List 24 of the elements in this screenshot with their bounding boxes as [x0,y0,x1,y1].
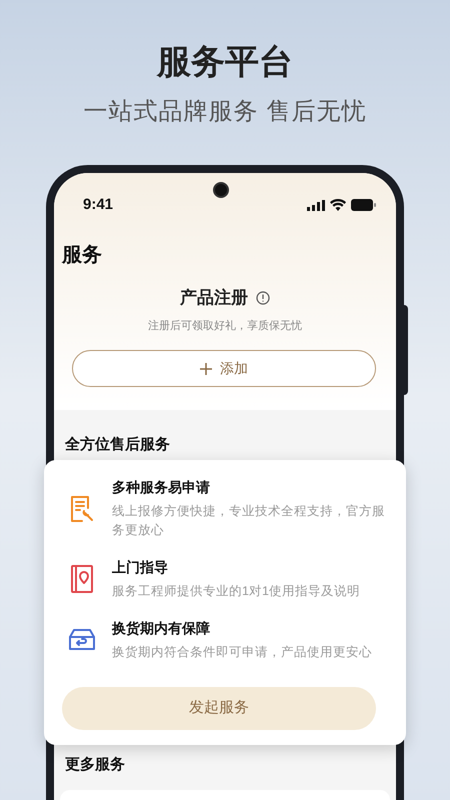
promo-title: 服务平台 [157,42,293,83]
battery-icon [351,199,376,211]
service-title: 换货期内有保障 [112,619,211,638]
info-icon [256,291,270,305]
signal-icon [307,200,325,210]
registration-hint: 注册后可领取好礼，享质保无忧 [147,318,303,334]
service-title: 多种服务易申请 [112,478,211,497]
box-return-icon [68,628,96,652]
service-description: 线上报修方便快捷，专业技术全程支持，官方服务更放心 [112,503,386,539]
status-time: 9:41 [83,194,114,215]
after-sales-heading: 全方位售后服务 [64,435,170,455]
registration-title: 产品注册 [180,287,248,309]
plus-icon [200,362,212,374]
service-title: 上门指导 [112,558,169,577]
book-pin-icon [70,564,94,594]
service-description: 服务工程师提供专业的1对1使用指导及说明 [112,583,360,600]
document-wrench-icon [69,494,95,524]
promo-subtitle: 一站式品牌服务 售后无忧 [84,97,366,127]
page-title: 服务 [60,243,102,268]
wifi-icon [330,199,346,211]
more-services-heading: 更多服务 [64,755,125,775]
service-description: 换货期内符合条件即可申请，产品使用更安心 [112,644,372,661]
start-service-button[interactable]: 发起服务 [62,687,376,730]
add-button[interactable]: 添加 [72,350,376,387]
